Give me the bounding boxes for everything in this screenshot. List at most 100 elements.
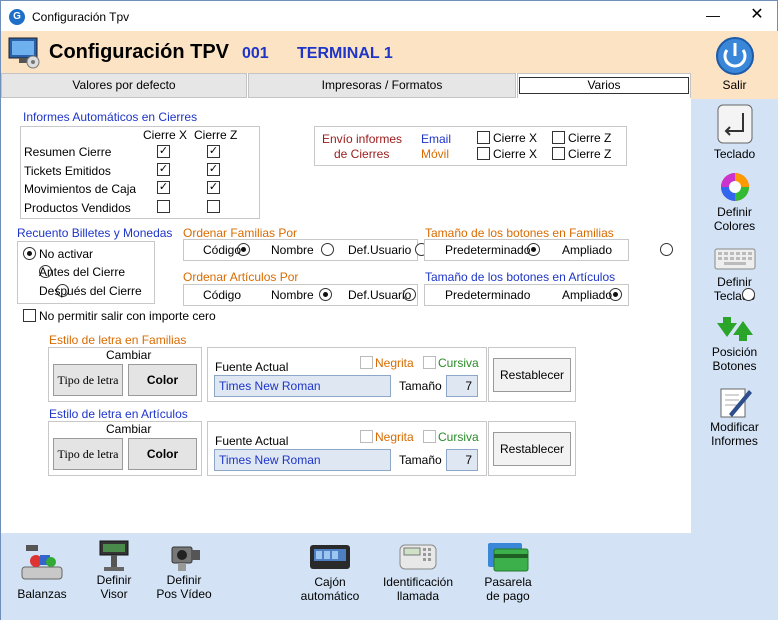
tamano-field[interactable]: 7 [446,449,478,471]
header-bar: Configuración TPV 001 TERMINAL 1 [1,31,691,73]
definir-visor-button[interactable]: Definir Visor [81,539,147,601]
tab-varios[interactable]: Varios [517,73,691,98]
minimize-button[interactable]: — [701,5,725,27]
salir-button[interactable]: Salir [691,34,778,92]
tam-familias-predeterminado-label: Predeterminado [445,243,531,257]
informe-x-checkbox[interactable]: ✓ [157,181,170,194]
cursiva-label: Cursiva [438,356,479,370]
fuente-field[interactable]: Times New Roman [214,375,391,397]
informes-col-z: Cierre Z [194,128,238,142]
negrita-label: Negrita [375,356,414,370]
tipo-letra-button[interactable]: Tipo de letra [53,364,123,396]
tam-familias-ampliado-radio[interactable] [660,243,674,256]
payment-card-icon [488,543,529,572]
familias-defusuario-label: Def.Usuario [348,243,412,257]
ordenar-familias-title: Ordenar Familias Por [183,226,298,240]
articulos-codigo-label: Código [203,288,242,302]
tab-valores-por-defecto[interactable]: Valores por defecto [1,73,247,98]
identificacion-label-2: llamada [396,589,440,603]
posicion-botones-button[interactable]: Posición Botones [691,315,778,373]
recuento-option-label: Antes del Cierre [39,265,126,279]
tamano-field[interactable]: 7 [446,375,478,397]
app-window: G Configuración Tpv — ✕ Configuración TP… [0,0,778,620]
salir-label: Salir [722,78,747,92]
identificacion-llamada-button[interactable]: Identificación llamada [377,539,459,603]
edit-document-icon [720,388,752,418]
cajon-label-1: Cajón [314,575,346,589]
envio-title: Envío informes [322,132,403,146]
email-cierre-z-label: Cierre Z [568,131,612,145]
informe-z-checkbox[interactable] [207,200,220,213]
informe-row-label: Tickets Emitidos [24,164,111,178]
informe-x-checkbox[interactable]: ✓ [157,145,170,158]
informe-z-checkbox[interactable]: ✓ [207,181,220,194]
tipo-letra-button[interactable]: Tipo de letra [53,438,123,470]
estilo-articulos-title: Estilo de letra en Artículos [49,407,188,421]
app-icon: G [9,9,25,25]
cursiva-checkbox[interactable] [423,430,436,443]
informe-z-checkbox[interactable]: ✓ [207,145,220,158]
restablecer-button[interactable]: Restablecer [493,358,571,392]
cajon-automatico-button[interactable]: Cajón automático [293,539,367,603]
definir-visor-label-2: Visor [100,587,128,601]
cambiar-label: Cambiar [106,348,152,362]
pasarela-pago-button[interactable]: Pasarela de pago [471,539,545,603]
familias-nombre-label: Nombre [271,243,314,257]
informe-row-label: Movimientos de Caja [24,182,137,196]
cursiva-checkbox[interactable] [423,356,436,369]
articulos-defusuario-label: Def.Usuario [348,288,412,302]
recuento-no-activar-radio[interactable] [23,247,36,260]
movil-cierre-x-checkbox[interactable] [477,147,490,160]
definir-teclado-button[interactable]: Definir Teclado [691,245,778,303]
teclado-label: Teclado [713,147,756,161]
window-title: Configuración Tpv [32,10,130,24]
negrita-checkbox[interactable] [360,430,373,443]
informe-row-label: Productos Vendidos [24,201,131,215]
enter-key-icon [717,104,752,144]
movil-cierre-z-checkbox[interactable] [552,147,565,160]
identificacion-label-1: Identificación [382,575,454,589]
color-button[interactable]: Color [128,364,197,396]
articulos-nombre-label: Nombre [271,288,314,302]
tab-impresoras-formatos[interactable]: Impresoras / Formatos [248,73,516,98]
articulos-codigo-radio[interactable] [318,288,332,301]
definir-pos-video-button[interactable]: Definir Pos Vídeo [149,539,219,601]
balanzas-button[interactable]: Balanzas [9,539,75,601]
informe-x-checkbox[interactable]: ✓ [157,163,170,176]
email-cierre-x-checkbox[interactable] [477,131,490,144]
config-computer-icon [8,37,40,69]
tam-familias-ampliado-label: Ampliado [562,243,613,257]
pasarela-label-1: Pasarela [484,575,532,589]
modificar-informes-button[interactable]: Modificar Informes [691,386,778,448]
ordenar-articulos-title: Ordenar Artículos Por [183,270,299,284]
posicion-botones-label: Posición Botones [711,345,758,373]
fuente-field[interactable]: Times New Roman [214,449,391,471]
cambiar-label: Cambiar [106,422,152,436]
title-bar: G Configuración Tpv — ✕ [1,1,777,31]
video-camera-icon [171,546,200,571]
negrita-label: Negrita [375,430,414,444]
teclado-button[interactable]: Teclado [691,103,778,161]
movil-cierre-z-label: Cierre Z [568,147,612,161]
familias-codigo-label: Código [203,243,242,257]
envio-title-2: de Cierres [334,147,390,161]
cajon-label-2: automático [300,589,360,603]
definir-colores-label: Definir Colores [713,205,756,233]
modificar-informes-label: Modificar Informes [710,420,759,448]
movil-cierre-x-label: Cierre X [493,147,538,161]
definir-colores-button[interactable]: Definir Colores [691,171,778,233]
negrita-checkbox[interactable] [360,356,373,369]
informe-z-checkbox[interactable]: ✓ [207,163,220,176]
color-wheel-icon [720,173,749,201]
informe-x-checkbox[interactable] [157,200,170,213]
terminal-name: TERMINAL 1 [297,45,393,62]
email-cierre-z-checkbox[interactable] [552,131,565,144]
restablecer-button[interactable]: Restablecer [493,432,571,466]
recuento-option-label: Después del Cierre [39,284,142,298]
informes-col-x: Cierre X [143,128,188,142]
color-button[interactable]: Color [128,438,197,470]
email-label: Email [421,132,452,146]
tamano-label: Tamaño [399,453,442,467]
close-button[interactable]: ✕ [745,5,769,27]
no-permitir-checkbox[interactable] [23,309,36,322]
